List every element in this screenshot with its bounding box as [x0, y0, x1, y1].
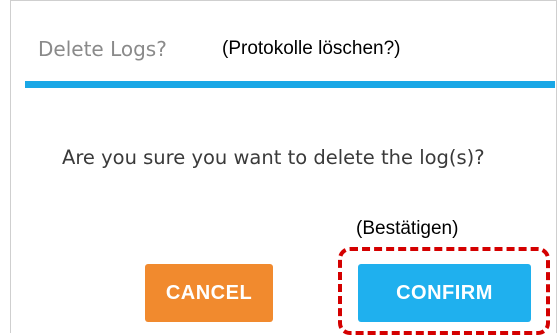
confirm-button[interactable]: CONFIRM — [358, 264, 531, 322]
cancel-button[interactable]: CANCEL — [145, 264, 273, 322]
title-accent-bar — [25, 81, 555, 88]
dialog-title: Delete Logs? — [38, 37, 167, 61]
confirm-translation-annotation: (Bestätigen) — [356, 218, 459, 239]
dialog-message: Are you sure you want to delete the log(… — [62, 146, 485, 169]
title-translation-annotation: (Protokolle löschen?) — [222, 38, 401, 59]
